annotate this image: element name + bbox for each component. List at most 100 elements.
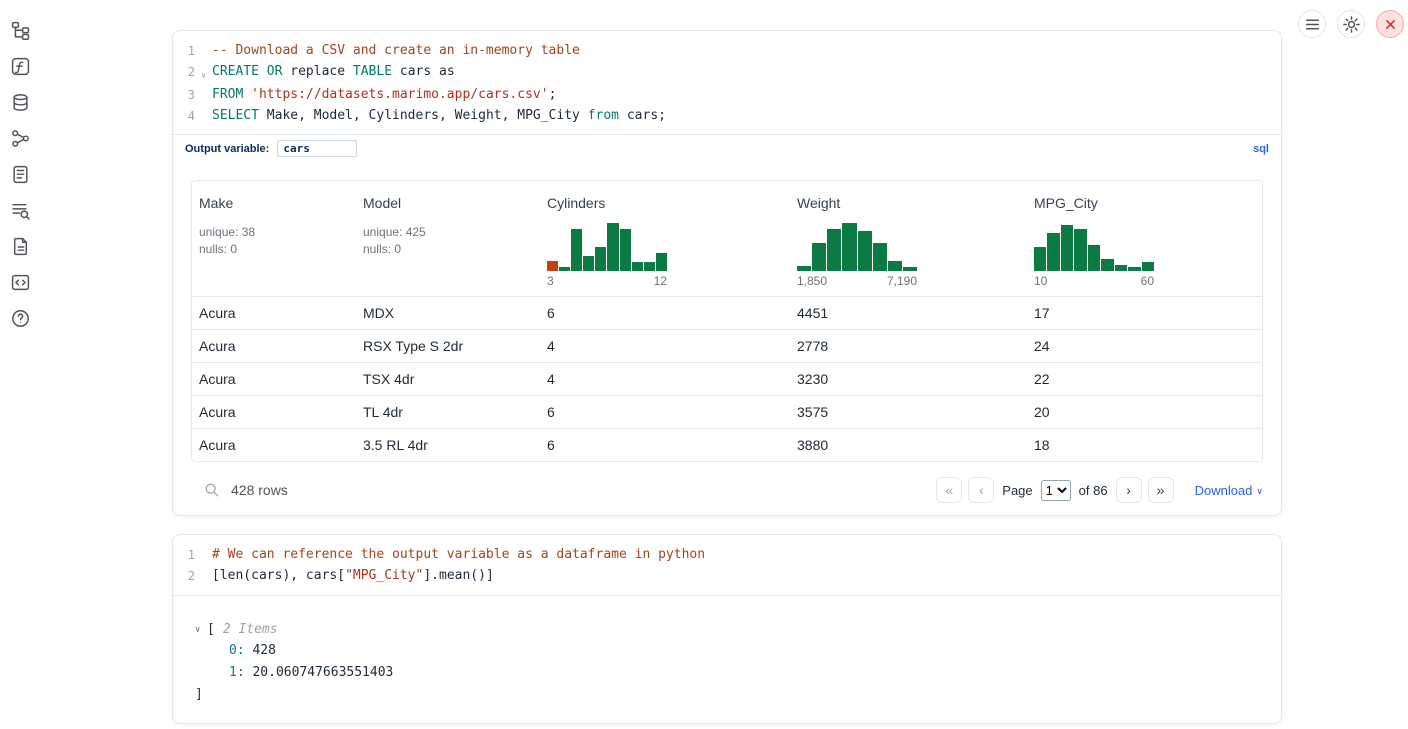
first-page-button[interactable]: « <box>936 477 962 503</box>
close-icon <box>1381 15 1400 34</box>
output-variable-row: Output variable: sql <box>173 134 1281 163</box>
chevron-down-icon: ∨ <box>195 620 207 640</box>
fold-gutter <box>195 85 212 106</box>
line-number: 2 <box>173 62 195 86</box>
tree-toggle[interactable]: ∨ [ 2 Items <box>195 620 1281 640</box>
code-text: [len(cars), cars["MPG_City"].mean()] <box>212 566 494 587</box>
python-output: ∨ [ 2 Items 0: 4281: 20.060747663551403 … <box>173 595 1281 723</box>
table-cell: 6 <box>540 437 790 453</box>
sql-cell: 1 -- Download a CSV and create an in-memo… <box>172 30 1282 516</box>
code-text: -- Download a CSV and create an in-memor… <box>212 41 580 62</box>
column-histogram[interactable]: 1060 <box>1034 221 1154 288</box>
table-cell: TL 4dr <box>356 404 540 420</box>
file-explorer-icon[interactable] <box>8 20 33 41</box>
chevron-down-icon: ∨ <box>1256 484 1263 497</box>
table-cell: Acura <box>192 371 356 387</box>
close-bracket: ] <box>195 685 1281 705</box>
documentation-icon[interactable] <box>8 236 33 257</box>
download-button[interactable]: Download ∨ <box>1195 483 1263 498</box>
page-select[interactable]: 1 <box>1041 480 1071 501</box>
pagination: « ‹ Page 1 of 86 › » Download ∨ <box>936 477 1263 503</box>
table-cell: Acura <box>192 437 356 453</box>
table-cell: MDX <box>356 305 540 321</box>
gear-icon <box>1342 15 1361 34</box>
column-header[interactable]: MPG_City 1060 <box>1027 181 1262 296</box>
snippets-icon[interactable] <box>8 272 33 293</box>
table-cell: 22 <box>1027 371 1262 387</box>
column-stats: unique: 425nulls: 0 <box>363 224 534 257</box>
column-label: Weight <box>797 195 1021 211</box>
table-cell: Acura <box>192 338 356 354</box>
python-code-editor[interactable]: 1# We can reference the output variable … <box>173 535 1281 594</box>
table-cell: Acura <box>192 305 356 321</box>
table-cell: 6 <box>540 404 790 420</box>
code-line[interactable]: 4SELECT Make, Model, Cylinders, Weight, … <box>173 106 1281 127</box>
next-page-button[interactable]: › <box>1116 477 1142 503</box>
column-histogram[interactable]: 1,8507,190 <box>797 221 917 288</box>
open-bracket: [ <box>207 620 215 640</box>
prev-page-button[interactable]: ‹ <box>968 477 994 503</box>
search-icon[interactable] <box>204 482 220 498</box>
dependency-graph-icon[interactable] <box>8 128 33 149</box>
table-row[interactable]: AcuraRSX Type S 2dr4277824 <box>192 329 1262 362</box>
tree-entry: 1: 20.060747663551403 <box>195 662 1281 685</box>
column-stats: unique: 38nulls: 0 <box>199 224 350 257</box>
output-variable-input[interactable] <box>277 140 357 157</box>
fold-chevron-icon[interactable]: ∨ <box>195 62 212 86</box>
outline-icon[interactable] <box>8 164 33 185</box>
table-cell: 17 <box>1027 305 1262 321</box>
code-line[interactable]: 1# We can reference the output variable … <box>173 545 1281 566</box>
logs-icon[interactable] <box>8 200 33 221</box>
table-cell: 20 <box>1027 404 1262 420</box>
data-table: Make unique: 38nulls: 0 Model unique: 425nu… <box>191 180 1263 462</box>
output-variable-label: Output variable: <box>185 143 269 155</box>
items-count-label: 2 Items <box>223 620 278 640</box>
table-output: Make unique: 38nulls: 0 Model unique: 425nu… <box>191 180 1263 515</box>
column-label: Make <box>199 195 350 211</box>
table-row[interactable]: AcuraTSX 4dr4323022 <box>192 362 1262 395</box>
functions-icon[interactable] <box>8 56 33 77</box>
column-header[interactable]: Weight 1,8507,190 <box>790 181 1027 296</box>
column-histogram[interactable]: 312 <box>547 221 667 288</box>
table-cell: 3230 <box>790 371 1027 387</box>
code-text: FROM 'https://datasets.marimo.app/cars.c… <box>212 85 556 106</box>
tree-entry: 0: 428 <box>195 640 1281 663</box>
column-header[interactable]: Make unique: 38nulls: 0 <box>192 181 356 296</box>
table-cell: 4 <box>540 338 790 354</box>
code-line[interactable]: 3FROM 'https://datasets.marimo.app/cars.… <box>173 85 1281 106</box>
menu-button[interactable] <box>1298 10 1326 38</box>
code-line[interactable]: 2 [len(cars), cars["MPG_City"].mean()] <box>173 566 1281 587</box>
hamburger-icon <box>1303 15 1322 34</box>
help-icon[interactable] <box>8 308 33 329</box>
code-line[interactable]: 2∨CREATE OR replace TABLE cars as <box>173 62 1281 86</box>
table-cell: TSX 4dr <box>356 371 540 387</box>
sidebar <box>8 20 33 329</box>
table-cell: RSX Type S 2dr <box>356 338 540 354</box>
table-row[interactable]: AcuraTL 4dr6357520 <box>192 395 1262 428</box>
table-cell: 3880 <box>790 437 1027 453</box>
notebook: 1 -- Download a CSV and create an in-memo… <box>172 30 1282 724</box>
datasources-icon[interactable] <box>8 92 33 113</box>
column-header[interactable]: Model unique: 425nulls: 0 <box>356 181 540 296</box>
settings-button[interactable] <box>1337 10 1365 38</box>
download-label: Download <box>1195 483 1253 498</box>
table-row[interactable]: Acura3.5 RL 4dr6388018 <box>192 428 1262 461</box>
table-cell: 3.5 RL 4dr <box>356 437 540 453</box>
fold-gutter <box>195 41 212 62</box>
column-label: MPG_City <box>1034 195 1256 211</box>
table-cell: 18 <box>1027 437 1262 453</box>
table-row[interactable]: AcuraMDX6445117 <box>192 296 1262 329</box>
fold-gutter <box>195 545 212 566</box>
last-page-button[interactable]: » <box>1148 477 1174 503</box>
table-cell: Acura <box>192 404 356 420</box>
column-header[interactable]: Cylinders 312 <box>540 181 790 296</box>
line-number: 2 <box>173 566 195 587</box>
line-number: 4 <box>173 106 195 127</box>
table-cell: 24 <box>1027 338 1262 354</box>
column-label: Cylinders <box>547 195 784 211</box>
sql-code-editor[interactable]: 1-- Download a CSV and create an in-memo… <box>173 31 1281 134</box>
code-line[interactable]: 1-- Download a CSV and create an in-memo… <box>173 41 1281 62</box>
table-cell: 2778 <box>790 338 1027 354</box>
shutdown-button[interactable] <box>1376 10 1404 38</box>
column-label: Model <box>363 195 534 211</box>
